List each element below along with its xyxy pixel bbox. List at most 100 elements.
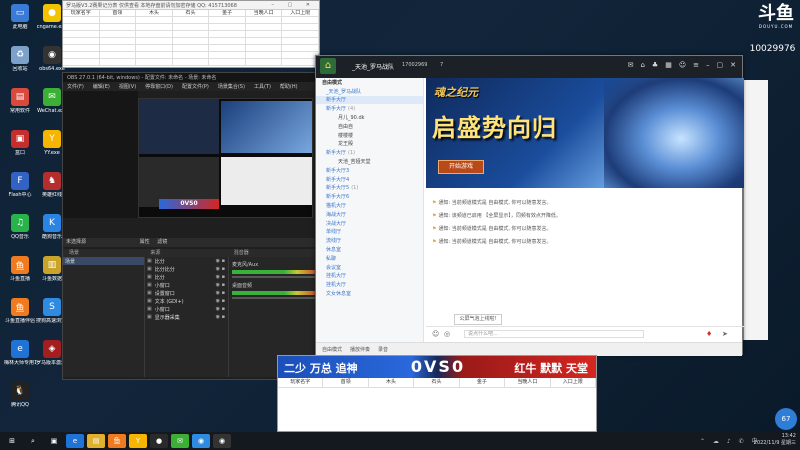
desktop-icon[interactable]: ▣ 盒口 bbox=[4, 130, 36, 156]
volume-slider[interactable] bbox=[232, 276, 319, 278]
desktop-icon[interactable]: 鱼斗鱼直播 bbox=[4, 256, 36, 282]
desktop-icon[interactable]: ▤ 常用软件 bbox=[4, 88, 36, 114]
obs-menu-item[interactable]: 停靠窗口(D) bbox=[145, 83, 173, 90]
filters-button[interactable]: 滤镜 bbox=[157, 239, 167, 245]
sidebar-item-channel[interactable]: 决战大厅 bbox=[316, 219, 423, 228]
maximize-icon[interactable]: ▢ bbox=[717, 61, 724, 69]
voice-icon[interactable]: ◎ bbox=[444, 330, 450, 338]
sidebar-item-channel[interactable]: 龙王殿 bbox=[316, 140, 423, 149]
source-item[interactable]: ▣ 文本 (GDI+) ◉ ▪ bbox=[145, 297, 228, 305]
sidebar-item-channel[interactable]: 新手大厅5 (1) bbox=[316, 184, 423, 193]
sidebar-item-channel[interactable]: 自由自 bbox=[316, 122, 423, 131]
clock[interactable]: 13:42 2022/11/9 星期三 bbox=[754, 433, 796, 449]
obs-menu-item[interactable]: 帮助(H) bbox=[280, 83, 298, 90]
send-icon[interactable]: ➤ bbox=[722, 330, 728, 338]
desktop-icon[interactable]: ♻ 回收站 bbox=[4, 46, 36, 72]
sidebar-item-channel[interactable]: 海战大厅 bbox=[316, 210, 423, 219]
yy-icon[interactable]: Y bbox=[129, 434, 147, 448]
file-explorer-icon[interactable]: ▤ bbox=[87, 434, 105, 448]
search-icon[interactable]: ⌕ bbox=[24, 434, 42, 448]
desktop-icon[interactable]: ▭ 此电脑 bbox=[4, 4, 36, 30]
source-item[interactable]: ▣ 设置窗口 ◉ ▪ bbox=[145, 289, 228, 297]
menu-icon[interactable]: ≡ bbox=[693, 61, 699, 69]
sidebar-item-channel[interactable]: 猫机大厅 bbox=[316, 201, 423, 210]
sidebar-item-channel[interactable]: 单线厅 bbox=[316, 228, 423, 237]
window-controls-icon[interactable]: – ▢ ✕ bbox=[271, 2, 316, 8]
obs-menu-item[interactable]: 视图(V) bbox=[119, 83, 136, 90]
source-item[interactable]: ▣ 显示器采集 ◉ ▪ bbox=[145, 313, 228, 321]
scoresheet-titlebar[interactable]: 罗马版V3.2赛果记分表 仅供查看 本地存盘前请勿加密存储 QQ: 415713… bbox=[63, 1, 319, 10]
sidebar-item-channel[interactable]: 私聊 bbox=[316, 254, 423, 263]
obs-menu-item[interactable]: 场景集合(S) bbox=[218, 83, 245, 90]
visibility-eye-icon[interactable]: ◉ ▪ bbox=[216, 282, 228, 288]
chrome-icon[interactable]: ◉ bbox=[192, 434, 210, 448]
visibility-eye-icon[interactable]: ◉ ▪ bbox=[216, 314, 228, 320]
minimize-icon[interactable]: – bbox=[706, 61, 710, 69]
gamepad-icon[interactable]: ♣ bbox=[652, 61, 658, 69]
bottom-bar-item[interactable]: 录音 bbox=[378, 346, 388, 353]
obs-menu-item[interactable]: 文件(F) bbox=[67, 83, 84, 90]
sidebar-item-channel[interactable]: 新手大厅 (1) bbox=[316, 148, 423, 157]
obs-menu-item[interactable]: 编辑(E) bbox=[93, 83, 110, 90]
home-icon[interactable]: ⌂ bbox=[640, 61, 644, 69]
sidebar-item-channel[interactable]: 天池_苦娅天堂 bbox=[316, 157, 423, 166]
visibility-eye-icon[interactable]: ◉ ▪ bbox=[216, 274, 228, 280]
desktop-icon[interactable]: e 梅林大师专用1.0 bbox=[4, 340, 36, 366]
sidebar-item-channel[interactable]: 新手大厅3 bbox=[316, 166, 423, 175]
desktop-icon[interactable]: ♫ QQ音乐 bbox=[4, 214, 36, 240]
source-item[interactable]: ▣ 比分 ◉ ▪ bbox=[145, 273, 228, 281]
mic-icon[interactable]: ♦ bbox=[706, 330, 712, 338]
visibility-eye-icon[interactable]: ◉ ▪ bbox=[216, 266, 228, 272]
edge-icon[interactable]: e bbox=[66, 434, 84, 448]
sidebar-item-channel[interactable]: 楼楼楼 bbox=[316, 131, 423, 140]
desktop-icon[interactable]: 鱼斗鱼直播伴侣 bbox=[4, 298, 36, 324]
home-icon[interactable]: ⌂ bbox=[320, 58, 336, 74]
grid-icon[interactable]: ▦ bbox=[665, 61, 672, 69]
properties-button[interactable]: 属性 bbox=[140, 239, 150, 245]
visibility-eye-icon[interactable]: ◉ ▪ bbox=[216, 258, 228, 264]
sidebar-item-channel[interactable]: 会议室 bbox=[316, 263, 423, 272]
visibility-eye-icon[interactable]: ◉ ▪ bbox=[216, 290, 228, 296]
bottom-bar-item[interactable]: 播放伴奏 bbox=[350, 346, 370, 353]
sidebar-item-channel[interactable]: 新手大厅6 bbox=[316, 192, 423, 201]
qq-icon[interactable]: ● bbox=[150, 434, 168, 448]
speed-badge[interactable]: 67 bbox=[775, 408, 797, 430]
obs-titlebar[interactable]: OBS 27.0.1 (64-bit, windows) - 配置文件: 未命名… bbox=[63, 73, 321, 82]
obs-icon[interactable]: ◉ bbox=[213, 434, 231, 448]
sidebar-item-channel[interactable]: 挂机大厅 bbox=[316, 280, 423, 289]
windows-start-icon[interactable]: ⊞ bbox=[3, 434, 21, 448]
wechat-icon[interactable]: ✉ bbox=[171, 434, 189, 448]
sidebar-item-channel[interactable]: 月儿_90.dk bbox=[316, 113, 423, 122]
obs-menu-item[interactable]: 工具(T) bbox=[254, 83, 271, 90]
chat-input[interactable]: 说点什么吧... bbox=[464, 330, 644, 338]
scene-item[interactable]: 场景 bbox=[63, 257, 144, 265]
sidebar-item-channel[interactable]: _天池_罗马战队 bbox=[316, 87, 423, 96]
sidebar-item-channel[interactable]: 文女休息室 bbox=[316, 289, 423, 298]
douyu-icon[interactable]: 鱼 bbox=[108, 434, 126, 448]
visibility-eye-icon[interactable]: ◉ ▪ bbox=[216, 298, 228, 304]
source-item[interactable]: ▣ 小窗口 ◉ ▪ bbox=[145, 305, 228, 313]
source-item[interactable]: ▣ 比分比分 ◉ ▪ bbox=[145, 265, 228, 273]
game-banner[interactable]: 魂之纪元 启盛势向归 开始游戏 bbox=[426, 78, 744, 188]
system-tray-icons[interactable]: ⌃ ☁ ♪ ✆ 中 bbox=[700, 436, 761, 445]
sidebar-item-channel[interactable]: 新手大厅4 bbox=[316, 175, 423, 184]
sidebar-item-channel[interactable]: 挂机大厅 bbox=[316, 272, 423, 281]
source-item[interactable]: ▣ 比分 ◉ ▪ bbox=[145, 257, 228, 265]
task-view-icon[interactable]: ▣ bbox=[45, 434, 63, 448]
message-icon[interactable]: ✉ bbox=[628, 61, 634, 69]
visibility-eye-icon[interactable]: ◉ ▪ bbox=[216, 306, 228, 312]
sidebar-item-channel[interactable]: 自由模式 bbox=[316, 78, 423, 87]
volume-slider[interactable] bbox=[232, 297, 319, 299]
close-icon[interactable]: ✕ bbox=[730, 61, 736, 69]
obs-preview[interactable]: 0VS0 bbox=[138, 98, 313, 218]
source-item[interactable]: ▣ 小窗口 ◉ ▪ bbox=[145, 281, 228, 289]
sidebar-item-channel[interactable]: 休息室 bbox=[316, 245, 423, 254]
user-icon[interactable]: ☺ bbox=[679, 61, 686, 69]
obs-menu-item[interactable]: 配置文件(P) bbox=[182, 83, 209, 90]
desktop-icon[interactable]: 🐧 腾讯QQ bbox=[4, 382, 36, 408]
emoji-icon[interactable]: ☺ bbox=[432, 330, 439, 338]
sidebar-item-channel[interactable]: 流线厅 bbox=[316, 236, 423, 245]
desktop-icon[interactable]: F Flash中心 bbox=[4, 172, 36, 198]
sidebar-item-channel[interactable]: 新手大厅 (4) bbox=[316, 104, 423, 113]
sidebar-item-channel[interactable]: 新手大厅 bbox=[316, 95, 423, 105]
